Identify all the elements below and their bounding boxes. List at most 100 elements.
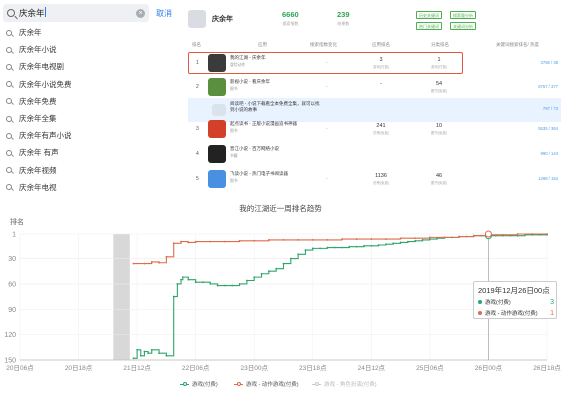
keyword-rank-heat: 6757 / 377	[538, 84, 558, 89]
legend-item-action-games[interactable]: 游戏 - 动作游戏(付费)	[234, 380, 299, 388]
category-rank: 10	[435, 123, 443, 129]
series-point	[181, 276, 184, 279]
tag-button[interactable]: 热门关键词	[416, 22, 442, 30]
index-change: -	[326, 84, 328, 89]
series-point	[282, 262, 285, 265]
suggestion-item[interactable]: 庆余年免费	[3, 93, 175, 110]
shaded-range	[113, 234, 130, 360]
tag-button[interactable]: 搜索量分析	[450, 11, 476, 19]
y-tick-label: 1	[12, 232, 16, 239]
rank-table-row[interactable]: 5 飞读小说 - 热门电子书阅读器 图书 - 1136 总榜(免费) 46 图书(免费) 129…	[188, 168, 561, 192]
keyword-rank-heat: 797 / 73	[542, 106, 558, 111]
search-panel: 庆余年 × 取消 庆余年庆余年小说庆余年电视剧庆余年小说免费 庆余年免费庆余年全集…	[0, 0, 178, 197]
series-point	[150, 348, 153, 351]
app-icon	[208, 54, 226, 72]
category-rank: 54	[435, 81, 443, 87]
series-dot	[478, 311, 482, 315]
suggestion-text: 庆余年	[19, 28, 42, 38]
tooltip-title: 2019年12月26日00点	[478, 286, 550, 295]
search-icon	[6, 132, 12, 139]
series-point	[385, 243, 387, 246]
overall-rank: 3	[379, 57, 383, 63]
suggestion-item[interactable]: 庆余年小说免费	[3, 76, 175, 93]
suggestion-text: 庆余年小说免费	[19, 79, 72, 89]
row-rank: 5	[196, 176, 199, 182]
suggestion-list: 庆余年 庆余年小说 庆余年电视剧 庆余年小说免费 庆余年免费 庆余年全集 庆余年有声小说 庆余…	[3, 24, 175, 196]
suggestion-item[interactable]: 庆余年小说	[3, 41, 175, 58]
series-point	[370, 238, 373, 240]
tag-button[interactable]: 历史关键词	[416, 11, 442, 19]
search-input[interactable]: 庆余年 ×	[3, 4, 149, 22]
stat-search-index: 6660 搜索指数	[282, 10, 299, 27]
clear-icon[interactable]: ×	[136, 8, 145, 18]
tooltip-value: 3	[550, 298, 554, 306]
series-point	[260, 272, 263, 275]
category-rank-label: 游戏(付费)	[430, 65, 448, 69]
rank-table-row[interactable]: 4 晋江小说 - 百万网络小说 书籍 990 / 144	[188, 143, 561, 167]
rank-table-row[interactable]: 2 影视小说 - 看庆余年 图书 - - 54 图书(免费) 6757 / 377	[188, 76, 561, 100]
app-icon	[212, 104, 226, 116]
overall-rank: 1136	[375, 173, 387, 179]
series-point	[238, 239, 241, 242]
suggestion-item[interactable]: 庆余年电视剧	[3, 58, 175, 75]
tag-button[interactable]: 关键词分析	[450, 22, 476, 30]
series-point	[458, 235, 461, 238]
tooltip-row: 游戏(付费) 3	[478, 298, 558, 306]
rank-table-row[interactable]: 1 我的江湖 - 庆余年 冒险动作 - 3 游戏(付费) 1 游戏(付费) 3756 / 38	[188, 52, 561, 76]
overall-rank-label: 游戏(付费)	[372, 65, 390, 69]
series-point	[399, 241, 402, 244]
overall-rank: -	[380, 81, 382, 87]
suggestion-text: 庆余年电视	[19, 182, 57, 192]
app-category: 书籍	[230, 154, 238, 158]
legend-item-rpg-games[interactable]: 游戏 - 角色扮演(付费)	[312, 380, 377, 388]
x-tick-label: 20日06点	[6, 364, 34, 372]
series-point	[333, 246, 336, 249]
x-tick-label: 20日18点	[65, 364, 93, 372]
series-point	[370, 244, 373, 247]
chart-tooltip: 2019年12月26日00点 游戏(付费) 3 游戏 - 动作游戏(付费) 1	[473, 281, 557, 319]
search-icon	[6, 81, 12, 88]
series-point	[194, 240, 197, 243]
suggestion-item[interactable]: 庆余年全集	[3, 110, 175, 127]
y-tick-label: 150	[4, 358, 16, 365]
series-point	[139, 354, 142, 357]
app-category: 冒险动作	[230, 63, 246, 67]
series-point	[187, 278, 190, 281]
suggestion-text: 庆余年免费	[19, 96, 57, 106]
search-icon	[7, 9, 15, 17]
series-point	[180, 278, 182, 281]
row-rank: 1	[196, 60, 199, 66]
rank-table-header: 排名 应用 搜索指数变化 应用排名 分类排名 关键词搜索排名/ 热度	[188, 42, 561, 50]
y-tick-label: 90	[8, 307, 16, 314]
keyword-rank-heat: 990 / 144	[540, 151, 558, 156]
x-tick-label: 26日18点	[533, 364, 561, 372]
series-point	[253, 276, 256, 279]
app-category: 图书	[230, 129, 238, 133]
hover-point	[484, 230, 492, 238]
search-query-value: 庆余年	[19, 8, 45, 18]
series-point	[216, 284, 219, 287]
suggestion-text: 庆余年全集	[19, 114, 57, 124]
suggestion-item[interactable]: 庆余年 有声	[3, 144, 175, 161]
series-point	[443, 236, 446, 239]
legend-item-paid-games[interactable]: 游戏(付费)	[180, 380, 218, 388]
series-point	[311, 239, 314, 241]
legend-marker	[312, 382, 321, 387]
legend-label: 游戏 - 动作游戏(付费)	[246, 382, 299, 388]
search-icon	[6, 149, 12, 156]
series-dot	[478, 300, 482, 304]
search-query-text[interactable]: 庆余年	[19, 7, 136, 19]
series-point	[132, 262, 135, 265]
suggestion-item[interactable]: 庆余年有声小说	[3, 127, 175, 144]
series-point	[224, 284, 226, 287]
suggestion-text: 庆余年小说	[19, 45, 57, 55]
search-icon	[6, 167, 12, 174]
rank-table-row[interactable]: 3 起点读书 - 正版小说漫画追书神器 图书 - 241 总榜(免费) 10 图书(免费) 55…	[188, 118, 561, 142]
suggestion-item[interactable]: 庆余年电视	[3, 179, 175, 196]
series-point	[304, 249, 307, 251]
stat-value: 239	[337, 10, 350, 19]
suggestion-item[interactable]: 庆余年	[3, 24, 175, 41]
x-tick-label: 23日18点	[299, 364, 327, 372]
suggestion-item[interactable]: 庆余年视频	[3, 162, 175, 179]
cancel-button[interactable]: 取消	[156, 8, 172, 19]
